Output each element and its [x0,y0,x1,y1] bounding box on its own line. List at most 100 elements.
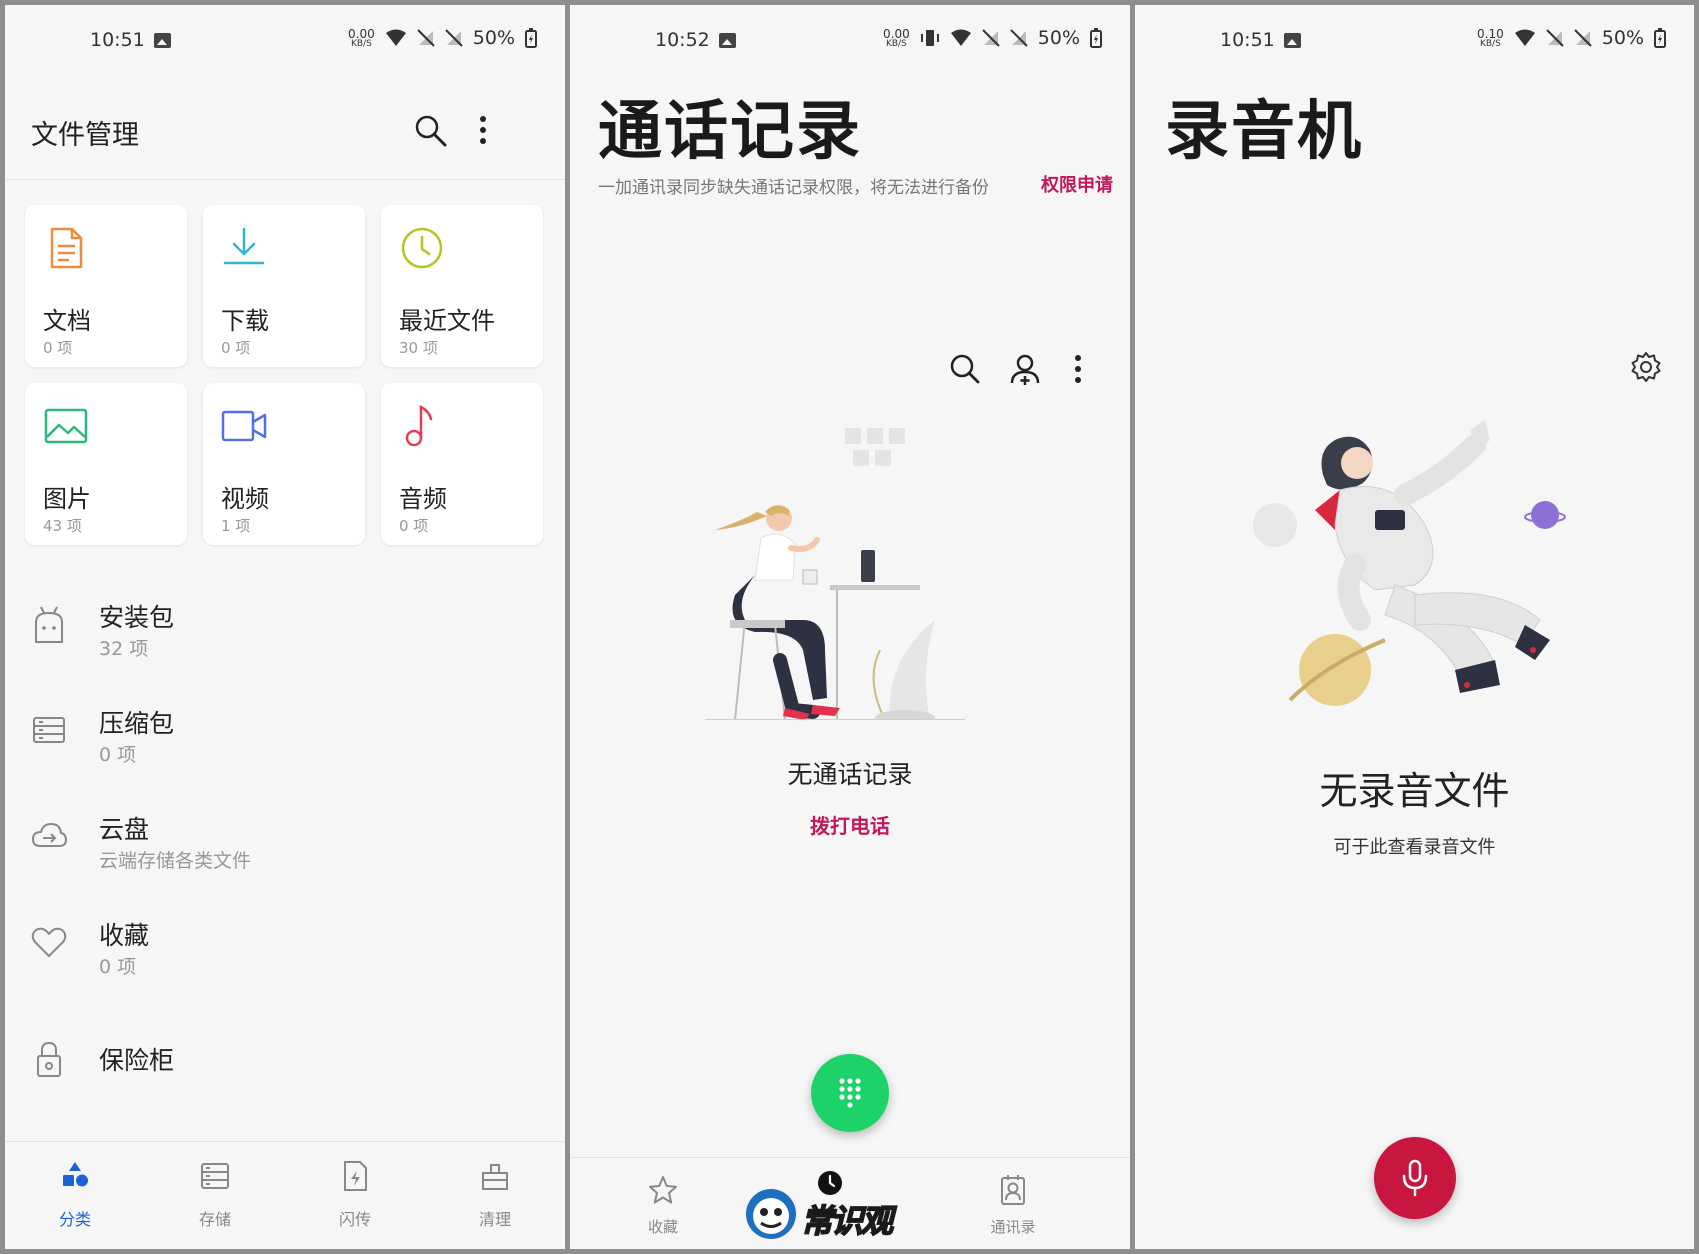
dialpad-button[interactable] [811,1054,889,1132]
wifi-icon [1514,29,1535,46]
page-title: 通话记录 [598,95,862,169]
video-icon [221,410,267,442]
list-item-label: 保险柜 [99,1046,175,1075]
wifi-icon [950,29,971,46]
call-log-screen: 10:52 0.00 KB/S 50% 通话记录 一加通讯录同步缺失通话记录权限，… [570,5,1130,1249]
status-bar: 10:51 0.00 KB/S 50% [5,5,565,75]
list-item-safe[interactable]: 保险柜 [5,1023,565,1103]
nav-storage[interactable]: 存储 [175,1160,255,1230]
gallery-notification-icon [719,33,736,48]
no-sim-icon [417,29,435,47]
cloud-icon [31,822,67,847]
flash-transfer-icon [344,1161,367,1191]
status-bar: 10:52 0.00 KB/S 50% [570,5,1130,75]
tile-audio[interactable]: 音频 0 项 [381,383,543,545]
list-item-label: 安装包 [99,603,175,632]
watermark-face-icon [746,1189,796,1239]
nav-label: 闪传 [338,1210,371,1229]
list-item-label: 收藏 [99,921,150,950]
list-item-apk[interactable]: 安装包 32 项 [5,588,565,668]
tile-count: 0 项 [399,517,429,535]
gallery-notification-icon [1284,33,1301,48]
nav-favorites[interactable]: 收藏 [623,1174,703,1237]
document-icon [50,227,83,269]
archive-icon [33,717,65,743]
list-item-cloud[interactable]: 云盘 云端存储各类文件 [5,800,565,880]
status-time: 10:51 [90,29,145,51]
astronaut-illustration [1253,420,1566,706]
record-button[interactable] [1374,1137,1456,1219]
battery-icon [1090,28,1102,48]
app-bar: 文件管理 [5,95,565,180]
vibrate-icon [920,30,939,46]
empty-call-log-illustration [705,428,965,720]
permission-notice: 一加通讯录同步缺失通话记录权限，将无法进行备份 [598,178,989,198]
wifi-icon [385,29,406,46]
empty-state-title: 无通话记录 [787,760,913,789]
list-item-sub: 0 项 [99,956,137,978]
star-icon [649,1176,677,1204]
list-item-sub: 32 项 [99,638,149,660]
tile-label: 图片 [43,485,91,513]
gallery-notification-icon [154,33,171,48]
battery-icon [1654,28,1666,48]
nav-contacts[interactable]: 通讯录 [973,1174,1053,1237]
watermark-logo: 常识观 [745,1166,915,1244]
nav-label: 分类 [58,1210,91,1229]
no-sim-icon [445,29,463,47]
tile-label: 最近文件 [399,307,495,335]
page-title: 录音机 [1165,95,1363,169]
settings-gear-icon[interactable] [1630,351,1662,383]
lock-icon [37,1041,61,1077]
heart-icon [31,927,67,957]
music-note-icon [405,404,433,447]
clean-icon [482,1164,508,1190]
empty-state-title: 无录音文件 [1319,769,1510,813]
no-sim-icon [1546,29,1564,47]
nav-category[interactable]: 分类 [35,1160,115,1230]
nav-flash-transfer[interactable]: 闪传 [315,1160,395,1230]
more-options-icon[interactable] [1070,352,1086,386]
nav-label: 存储 [198,1210,231,1229]
network-speed: 0.10 KB/S [1477,28,1504,49]
tile-label: 文档 [43,307,91,335]
list-item-archives[interactable]: 压缩包 0 项 [5,694,565,774]
make-call-link[interactable]: 拨打电话 [570,810,1130,839]
nav-clean[interactable]: 清理 [455,1160,535,1230]
list-item-favorites[interactable]: 收藏 0 项 [5,906,565,986]
tile-downloads[interactable]: 下载 0 项 [203,205,365,367]
clock-icon [818,1171,842,1195]
tile-label: 下载 [221,307,269,335]
storage-icon [201,1163,229,1189]
tile-count: 1 项 [221,517,251,535]
category-icon [63,1162,88,1187]
search-icon[interactable] [413,113,449,149]
tile-count: 30 项 [399,339,438,357]
tile-recent-files[interactable]: 最近文件 30 项 [381,205,543,367]
no-sim-icon [1574,29,1592,47]
tile-documents[interactable]: 文档 0 项 [25,205,187,367]
list-item-label: 压缩包 [99,709,175,738]
list-item-label: 云盘 [99,815,150,844]
bottom-nav: 分类 存储 闪传 清理 [5,1141,565,1249]
clock-icon [401,227,443,269]
contacts-icon [1001,1175,1025,1205]
search-icon[interactable] [948,352,982,386]
network-speed-unit: KB/S [350,38,372,49]
add-contact-icon[interactable] [1008,352,1042,386]
microphone-icon [1402,1159,1428,1197]
dialpad-icon [839,1078,861,1108]
battery-icon [525,28,537,48]
no-sim-icon [982,29,1000,47]
image-icon [44,408,88,444]
tile-count: 0 项 [221,339,251,357]
tile-label: 视频 [221,485,269,513]
tile-videos[interactable]: 视频 1 项 [203,383,365,545]
tile-images[interactable]: 图片 43 项 [25,383,187,545]
network-speed-unit: KB/S [885,38,907,49]
more-options-icon[interactable] [475,113,491,147]
permission-request-link[interactable]: 权限申请 [1041,171,1113,197]
tile-count: 0 项 [43,339,73,357]
recorder-screen: 10:51 0.10 KB/S 50% 录音机 无录音文件 可于此查看录音文件 [1135,5,1694,1249]
empty-state-subtitle: 可于此查看录音文件 [1333,837,1496,858]
